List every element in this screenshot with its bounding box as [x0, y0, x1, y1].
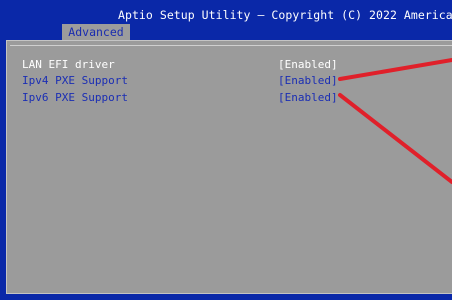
setting-row-lan-efi-driver: LAN EFI driver [Enabled]: [22, 58, 342, 72]
setting-value[interactable]: [Enabled]: [278, 91, 338, 105]
setting-row-ipv4-pxe-support[interactable]: Ipv4 PXE Support [Enabled]: [22, 74, 342, 88]
tab-advanced[interactable]: Advanced: [62, 24, 130, 40]
window-title: Aptio Setup Utility – Copyright (C) 2022…: [118, 8, 452, 22]
setting-value: [Enabled]: [278, 58, 338, 71]
setting-value[interactable]: [Enabled]: [278, 74, 338, 88]
setting-label[interactable]: Ipv4 PXE Support: [22, 74, 128, 88]
setting-label[interactable]: Ipv6 PXE Support: [22, 91, 128, 105]
panel-divider: [10, 45, 452, 46]
setting-row-ipv6-pxe-support[interactable]: Ipv6 PXE Support [Enabled]: [22, 91, 342, 105]
bios-setup-screen: Aptio Setup Utility – Copyright (C) 2022…: [0, 0, 452, 300]
setting-label: LAN EFI driver: [22, 58, 115, 71]
